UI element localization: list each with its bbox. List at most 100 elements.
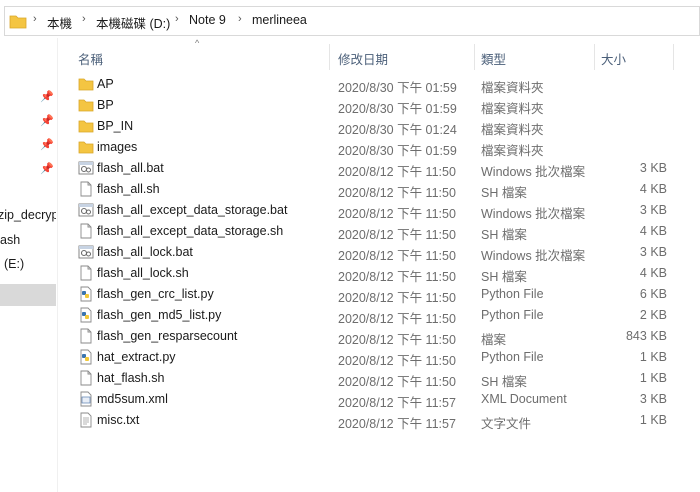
file-type: SH 檔案 [481, 270, 527, 284]
file-icon [80, 223, 92, 239]
file-name: BP_IN [97, 119, 134, 133]
file-type: 檔案資料夾 [481, 81, 544, 95]
column-header-date[interactable]: 修改日期 [338, 49, 388, 68]
file-date-modified: 2020/8/12 下午 11:50 [338, 291, 456, 305]
file-size: 1 KB [639, 371, 667, 385]
file-name: flash_all.sh [97, 182, 160, 196]
file-date-modified: 2020/8/12 下午 11:50 [338, 354, 456, 368]
file-name: flash_all_lock.sh [97, 266, 189, 280]
batch-file-icon [78, 203, 94, 217]
pin-icon[interactable]: 📌 [40, 90, 54, 103]
breadcrumb-item-drive[interactable]: 本機磁碟 (D:) [96, 13, 170, 32]
file-size: 4 KB [639, 224, 667, 238]
address-box[interactable]: › 本機 › 本機磁碟 (D:) › Note 9 › merlineea [4, 6, 700, 36]
file-type: 檔案資料夾 [481, 102, 544, 116]
file-row[interactable]: flash_all.bat 2020/8/12 下午 11:50 Windows 批… [66, 158, 700, 179]
address-bar[interactable]: › 本機 › 本機磁碟 (D:) › Note 9 › merlineea [0, 4, 700, 38]
breadcrumb-separator-icon[interactable]: › [238, 13, 242, 25]
nav-item-zip-decrypt[interactable]: zip_decryp [0, 208, 56, 222]
file-type: 檔案 [481, 333, 507, 347]
file-name: flash_all_lock.bat [97, 245, 193, 259]
pin-icon[interactable]: 📌 [40, 114, 54, 127]
file-size: 3 KB [639, 245, 667, 259]
file-row[interactable]: misc.txt 2020/8/12 下午 11:57 文字文件 1 KB [66, 410, 700, 431]
folder-icon [78, 78, 94, 91]
file-size: 843 KB [625, 329, 667, 343]
file-row[interactable]: hat_flash.sh 2020/8/12 下午 11:50 SH 檔案 1 KB [66, 368, 700, 389]
breadcrumb-separator-icon[interactable]: › [175, 13, 179, 25]
nav-item-drive-e[interactable]: (E:) [4, 257, 57, 271]
file-type: SH 檔案 [481, 186, 527, 200]
file-date-modified: 2020/8/12 下午 11:50 [338, 165, 456, 179]
file-row[interactable]: images 2020/8/30 下午 01:59 檔案資料夾 [66, 137, 700, 158]
file-date-modified: 2020/8/30 下午 01:59 [338, 144, 457, 158]
file-size: 4 KB [639, 182, 667, 196]
file-size: 6 KB [639, 287, 667, 301]
pin-icon[interactable]: 📌 [40, 162, 54, 175]
navigation-pane[interactable]: 📌 📌 📌 📌 zip_decryp ash (E:) [0, 38, 58, 492]
file-date-modified: 2020/8/12 下午 11:57 [338, 417, 456, 431]
breadcrumb-separator-icon[interactable]: › [82, 13, 86, 25]
column-header-size[interactable]: 大小 [601, 49, 626, 68]
file-name: md5sum.xml [97, 392, 168, 406]
file-row[interactable]: flash_all_lock.bat 2020/8/12 下午 11:50 Wind… [66, 242, 700, 263]
file-size: 2 KB [639, 308, 667, 322]
file-row[interactable]: hat_extract.py 2020/8/12 下午 11:50 Python F… [66, 347, 700, 368]
file-type: Windows 批次檔案 [481, 207, 586, 221]
column-divider[interactable] [594, 44, 595, 70]
file-name: AP [97, 77, 114, 91]
folder-icon [78, 99, 94, 112]
folder-icon [78, 141, 94, 154]
breadcrumb-separator-icon[interactable]: › [33, 13, 37, 25]
pin-icon[interactable]: 📌 [40, 138, 54, 151]
python-file-icon [80, 349, 92, 365]
file-size: 1 KB [639, 350, 667, 364]
file-name: flash_gen_resparsecount [97, 329, 238, 343]
file-row[interactable]: flash_all_except_data_storage.bat 2020/8/… [66, 200, 700, 221]
nav-item-flash[interactable]: ash [0, 233, 57, 247]
file-row[interactable]: AP 2020/8/30 下午 01:59 檔案資料夾 [66, 74, 700, 95]
file-row[interactable]: md5sum.xml 2020/8/12 下午 11:57 XML Document… [66, 389, 700, 410]
file-name: flash_all_except_data_storage.bat [97, 203, 288, 217]
file-size: 3 KB [639, 392, 667, 406]
file-type: XML Document [481, 392, 567, 406]
file-icon [80, 370, 92, 386]
file-row[interactable]: flash_all.sh 2020/8/12 下午 11:50 SH 檔案 4 KB [66, 179, 700, 200]
file-name: hat_flash.sh [97, 371, 165, 385]
file-name: flash_all_except_data_storage.sh [97, 224, 284, 238]
breadcrumb-item-note9[interactable]: Note 9 [189, 13, 226, 27]
file-row[interactable]: flash_gen_md5_list.py 2020/8/12 下午 11:50 P… [66, 305, 700, 326]
file-row[interactable]: flash_all_except_data_storage.sh 2020/8/1… [66, 221, 700, 242]
column-header-row: 名稱 修改日期 類型 大小 [66, 44, 700, 70]
column-divider[interactable] [329, 44, 330, 70]
breadcrumb-item-this-pc[interactable]: 本機 [47, 13, 72, 32]
file-name: misc.txt [97, 413, 140, 427]
file-size: 1 KB [639, 413, 667, 427]
file-date-modified: 2020/8/12 下午 11:50 [338, 270, 456, 284]
file-type: 檔案資料夾 [481, 123, 544, 137]
file-row[interactable]: flash_all_lock.sh 2020/8/12 下午 11:50 SH 檔案… [66, 263, 700, 284]
column-header-type[interactable]: 類型 [481, 49, 506, 68]
file-date-modified: 2020/8/12 下午 11:50 [338, 333, 456, 347]
nav-item-selected[interactable] [0, 284, 56, 306]
file-type: SH 檔案 [481, 375, 527, 389]
column-divider[interactable] [474, 44, 475, 70]
file-name: images [97, 140, 138, 154]
file-row[interactable]: flash_gen_crc_list.py 2020/8/12 下午 11:50 P… [66, 284, 700, 305]
breadcrumb-item-current[interactable]: merlineea [252, 13, 307, 27]
file-date-modified: 2020/8/12 下午 11:50 [338, 207, 456, 221]
file-row[interactable]: BP_IN 2020/8/30 下午 01:24 檔案資料夾 [66, 116, 700, 137]
file-row[interactable]: flash_gen_resparsecount 2020/8/12 下午 11:5… [66, 326, 700, 347]
file-date-modified: 2020/8/12 下午 11:50 [338, 228, 456, 242]
column-header-name[interactable]: 名稱 [78, 49, 103, 68]
xml-file-icon [80, 391, 92, 407]
batch-file-icon [78, 161, 94, 175]
file-size: 3 KB [639, 203, 667, 217]
file-row[interactable]: BP 2020/8/30 下午 01:59 檔案資料夾 [66, 95, 700, 116]
file-size: 3 KB [639, 161, 667, 175]
file-icon [80, 181, 92, 197]
file-type: 檔案資料夾 [481, 144, 544, 158]
file-date-modified: 2020/8/12 下午 11:50 [338, 312, 456, 326]
file-name: hat_extract.py [97, 350, 176, 364]
column-divider[interactable] [673, 44, 674, 70]
